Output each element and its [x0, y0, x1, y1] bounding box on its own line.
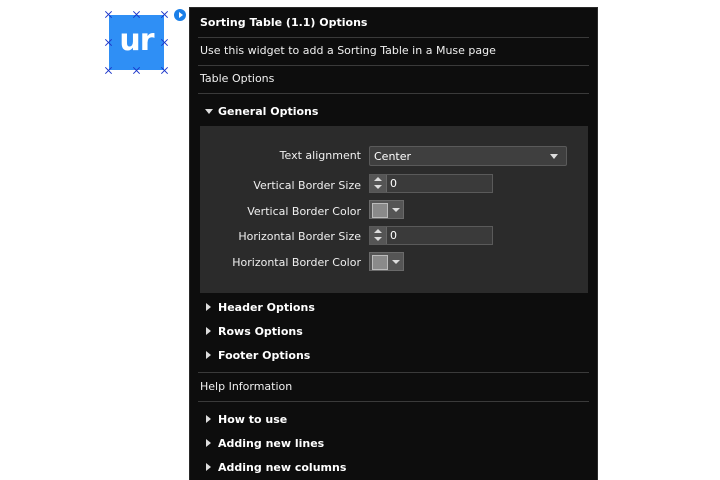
section-rows-options[interactable]: Rows Options: [205, 325, 303, 338]
expanded-arrow-icon: [205, 109, 213, 114]
horizontal-border-size-value: 0: [390, 229, 397, 242]
divider: [198, 401, 589, 402]
resize-handle-icon[interactable]: [105, 67, 112, 74]
divider: [198, 372, 589, 373]
section-general-options[interactable]: General Options: [205, 105, 318, 118]
collapsed-arrow-icon: [206, 303, 211, 311]
section-header-options[interactable]: Header Options: [205, 301, 315, 314]
section-label: Footer Options: [218, 349, 311, 362]
section-label: How to use: [218, 413, 288, 426]
color-swatch: [372, 203, 388, 218]
table-options-label: Table Options: [200, 72, 275, 85]
help-information-label: Help Information: [200, 380, 293, 393]
collapsed-arrow-icon: [206, 415, 211, 423]
text-alignment-value: Center: [374, 150, 412, 163]
help-adding-new-lines[interactable]: Adding new lines: [205, 437, 324, 450]
play-icon[interactable]: [174, 9, 186, 21]
divider: [198, 93, 589, 94]
help-how-to-use[interactable]: How to use: [205, 413, 287, 426]
chevron-down-icon: [392, 260, 400, 264]
divider: [198, 37, 589, 38]
color-swatch: [372, 255, 388, 270]
section-label: Rows Options: [218, 325, 303, 338]
resize-handle-icon[interactable]: [161, 11, 168, 18]
section-footer-options[interactable]: Footer Options: [205, 349, 310, 362]
resize-handle-icon[interactable]: [161, 39, 168, 46]
chevron-down-icon: [392, 208, 400, 212]
resize-handle-icon[interactable]: [133, 67, 140, 74]
resize-handle-icon[interactable]: [133, 11, 140, 18]
widget-logo-text: ur: [119, 23, 154, 58]
resize-handle-icon[interactable]: [161, 67, 168, 74]
stepper-icon[interactable]: [370, 175, 387, 192]
vertical-border-size-input[interactable]: 0: [369, 174, 493, 193]
section-label: Adding new columns: [218, 461, 347, 474]
horizontal-border-color-picker[interactable]: [369, 252, 404, 271]
collapsed-arrow-icon: [206, 351, 211, 359]
panel-description: Use this widget to add a Sorting Table i…: [200, 44, 496, 57]
horizontal-border-color-label: Horizontal Border Color: [232, 256, 361, 269]
collapsed-arrow-icon: [206, 439, 211, 447]
help-adding-new-columns[interactable]: Adding new columns: [205, 461, 346, 474]
stepper-icon[interactable]: [370, 227, 387, 244]
section-label: General Options: [218, 105, 319, 118]
text-alignment-select[interactable]: Center: [369, 146, 567, 166]
horizontal-border-size-label: Horizontal Border Size: [238, 230, 361, 243]
section-label: Header Options: [218, 301, 315, 314]
collapsed-arrow-icon: [206, 463, 211, 471]
text-alignment-label: Text alignment: [279, 149, 361, 162]
vertical-border-color-picker[interactable]: [369, 200, 404, 219]
widget-icon[interactable]: ur: [109, 15, 164, 70]
vertical-border-size-value: 0: [390, 177, 397, 190]
collapsed-arrow-icon: [206, 327, 211, 335]
panel-title: Sorting Table (1.1) Options: [200, 16, 368, 29]
horizontal-border-size-input[interactable]: 0: [369, 226, 493, 245]
resize-handle-icon[interactable]: [105, 11, 112, 18]
divider: [198, 65, 589, 66]
chevron-down-icon: [550, 154, 558, 159]
resize-handle-icon[interactable]: [105, 39, 112, 46]
vertical-border-size-label: Vertical Border Size: [253, 179, 361, 192]
options-panel: Sorting Table (1.1) Options Use this wid…: [189, 7, 598, 480]
vertical-border-color-label: Vertical Border Color: [247, 205, 361, 218]
section-label: Adding new lines: [218, 437, 325, 450]
